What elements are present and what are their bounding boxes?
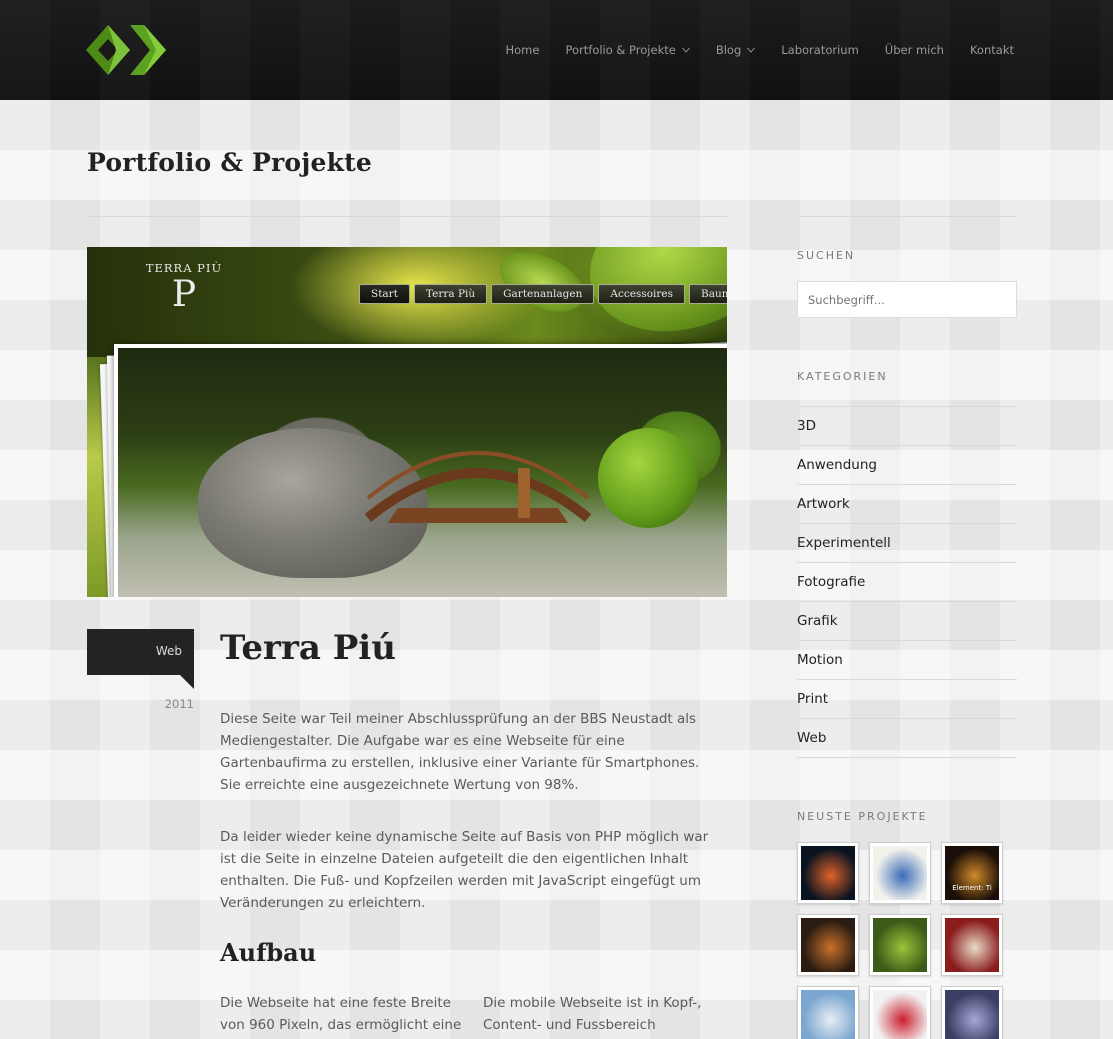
thumbnail-image xyxy=(873,990,927,1039)
categories-heading: KATEGORIEN xyxy=(797,370,888,383)
brand-letter: P xyxy=(171,274,197,315)
featured-image[interactable]: TERRA PIÙ P Start Terra Più Gartenanlagen A… xyxy=(87,247,727,597)
globe-thumb[interactable] xyxy=(869,842,931,904)
cross-thumb[interactable] xyxy=(869,986,931,1039)
nav-label: Kontakt xyxy=(969,43,1014,57)
category-link-experimentell[interactable]: Experimentell xyxy=(797,523,1017,562)
thumbnail-image xyxy=(801,918,855,972)
terra-piu-logo: TERRA PIÙ P xyxy=(119,261,249,331)
thumbnail-image xyxy=(801,990,855,1039)
project-thumbnails: Element: Ti xyxy=(797,842,1017,1039)
feature-nav-button: Accessoires xyxy=(598,284,685,304)
category-badge[interactable]: Web xyxy=(87,629,194,675)
category-link-web[interactable]: Web xyxy=(797,718,1017,758)
feature-site-nav: Start Terra Più Gartenanlagen Accessoires Ba… xyxy=(359,284,727,304)
category-link-print[interactable]: Print xyxy=(797,679,1017,718)
search-heading: SUCHEN xyxy=(797,249,856,262)
search-input[interactable] xyxy=(797,281,1017,318)
post-paragraph: Da leider wieder keine dynamische Seite … xyxy=(220,829,709,911)
divider xyxy=(87,216,727,217)
divider xyxy=(797,216,1017,217)
thumbnail-image xyxy=(945,990,999,1039)
nav-item-portfolio-projekte[interactable]: Portfolio & Projekte xyxy=(552,43,702,57)
nav-item-über-mich[interactable]: Über mich xyxy=(872,43,957,57)
nav-item-home[interactable]: Home xyxy=(493,43,553,57)
thumbnail-image xyxy=(801,846,855,900)
category-list: 3D Anwendung Artwork Experimentell Fotografi… xyxy=(797,406,1017,758)
projects-heading: NEUSTE PROJEKTE xyxy=(797,810,928,823)
bridge-illustration xyxy=(364,451,592,523)
silhouette-thumb[interactable] xyxy=(941,986,1003,1039)
element-thumb[interactable]: Element: Ti xyxy=(941,842,1003,904)
site-header: Home Portfolio & Projekte Blog Laboratorium… xyxy=(0,0,1113,100)
category-link-artwork[interactable]: Artwork xyxy=(797,484,1017,523)
thumbnail-image xyxy=(873,846,927,900)
section-heading: Aufbau xyxy=(220,938,317,967)
thumbnail-image xyxy=(945,918,999,972)
bush xyxy=(598,428,698,528)
nav-label: Home xyxy=(505,43,540,57)
brand-name: TERRA PIÙ xyxy=(145,261,223,275)
main-nav: Home Portfolio & Projekte Blog Laboratorium… xyxy=(493,43,1015,57)
feature-nav-button: Terra Più xyxy=(413,284,488,304)
category-link-grafik[interactable]: Grafik xyxy=(797,601,1017,640)
column-left: Die Webseite hat eine feste Breite von 9… xyxy=(220,995,462,1033)
red-site-thumb[interactable] xyxy=(941,914,1003,976)
nav-item-kontakt[interactable]: Kontakt xyxy=(957,43,1014,57)
post-title: Terra Piú xyxy=(220,628,396,668)
category-link-anwendung[interactable]: Anwendung xyxy=(797,445,1017,484)
category-link-fotografie[interactable]: Fotografie xyxy=(797,562,1017,601)
thumbnail-caption: Element: Ti xyxy=(952,884,992,892)
category-link-3d[interactable]: 3D xyxy=(797,406,1017,445)
feature-nav-button: Baumpfle xyxy=(689,284,727,304)
chevron-down-icon xyxy=(747,46,756,54)
nav-item-blog[interactable]: Blog xyxy=(703,43,768,57)
nav-label: Blog xyxy=(715,43,742,57)
logo-icon[interactable] xyxy=(86,25,172,75)
category-link-motion[interactable]: Motion xyxy=(797,640,1017,679)
feature-nav-button: Start xyxy=(359,284,410,304)
post-paragraph: Diese Seite war Teil meiner Abschlussprü… xyxy=(220,711,700,793)
chevron-down-icon xyxy=(681,46,690,54)
category-label[interactable]: Web xyxy=(156,644,182,658)
badge-fold xyxy=(180,675,194,689)
space-thumb[interactable] xyxy=(797,842,859,904)
nav-label: Portfolio & Projekte xyxy=(565,43,676,57)
thumbnail-image xyxy=(873,918,927,972)
column-right: Die mobile Webseite ist in Kopf-, Conten… xyxy=(483,995,702,1033)
nav-label: Laboratorium xyxy=(781,43,859,57)
terra-thumb[interactable] xyxy=(869,914,931,976)
page-title: Portfolio & Projekte xyxy=(87,148,372,177)
city-night-thumb[interactable] xyxy=(797,914,859,976)
building-thumb[interactable] xyxy=(797,986,859,1039)
nav-label: Über mich xyxy=(884,43,944,57)
nav-item-laboratorium[interactable]: Laboratorium xyxy=(768,43,872,57)
thumbnail-image: Element: Ti xyxy=(945,846,999,900)
feature-nav-button: Gartenanlagen xyxy=(491,284,595,304)
post-year: 2011 xyxy=(164,697,194,711)
garden-photo xyxy=(114,344,727,597)
